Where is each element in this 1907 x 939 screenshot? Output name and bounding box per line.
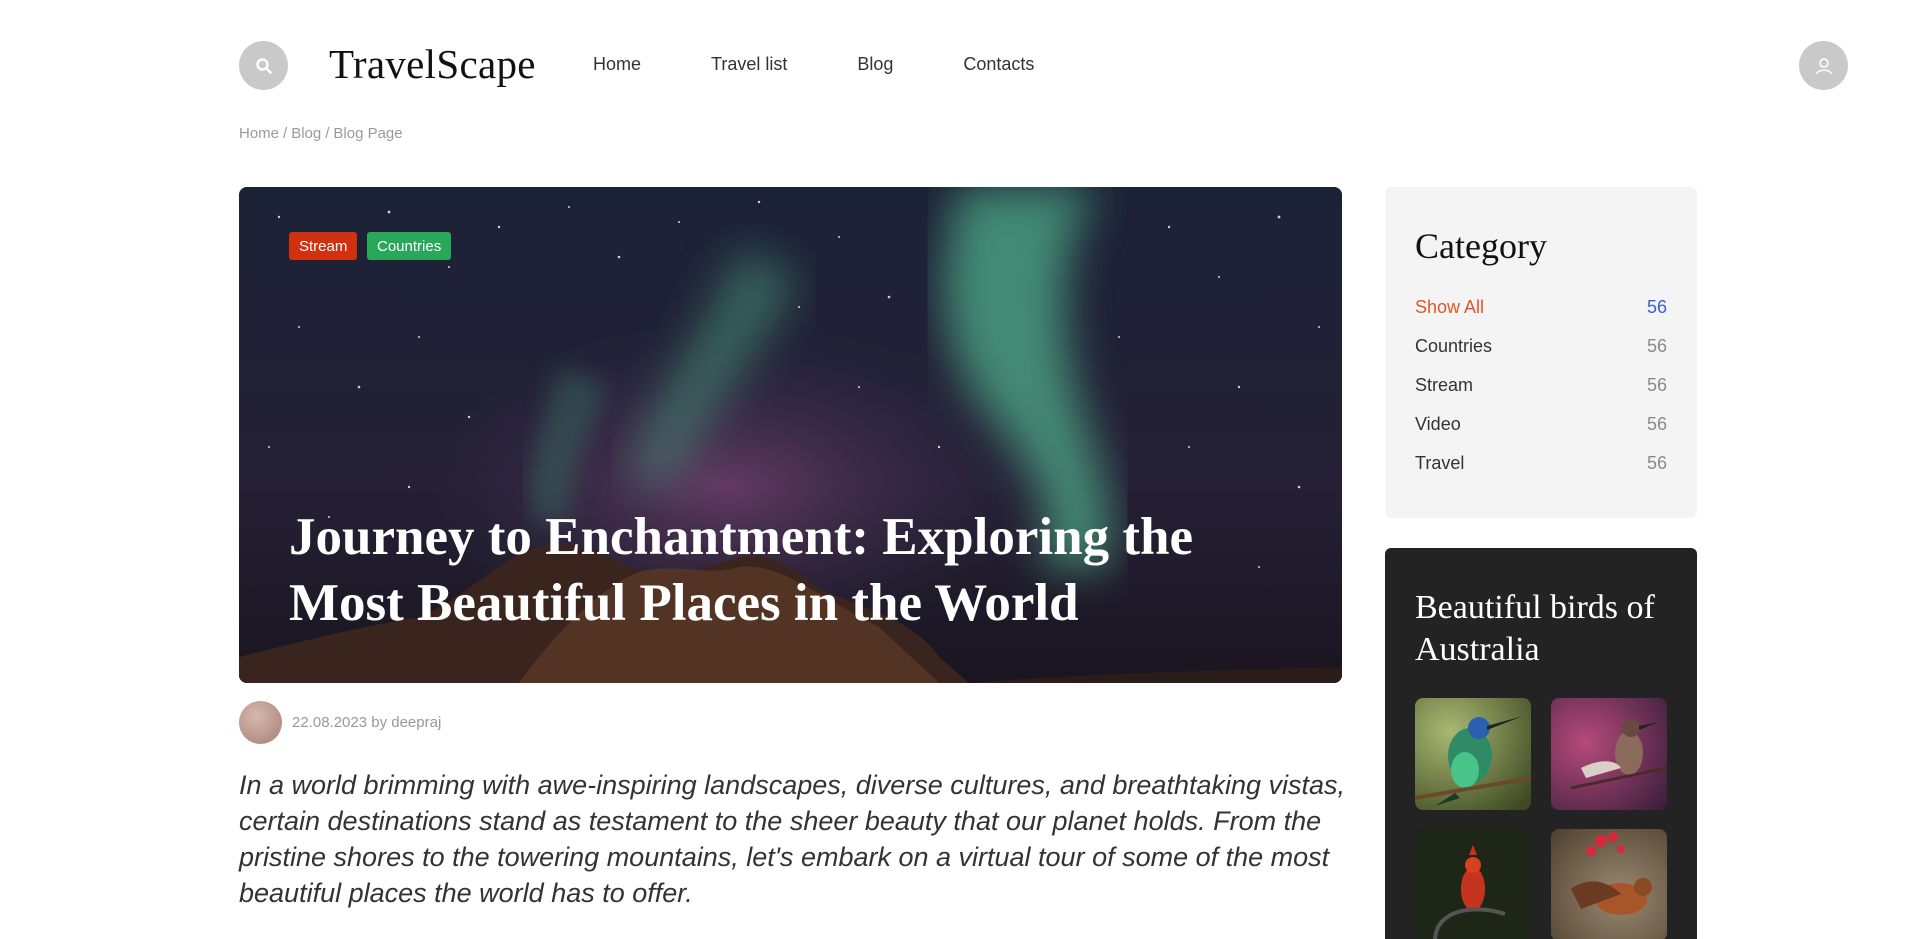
category-name: Countries [1415,336,1493,356]
breadcrumb-blog[interactable]: Blog [291,125,321,142]
category-video[interactable]: Video 56 [1415,414,1667,435]
category-name: Stream [1415,375,1474,395]
post-meta: 22.08.2023 by deepraj [292,714,442,731]
breadcrumb-current: Blog Page [333,125,403,142]
bird-photo-hummingbird-purple[interactable] [1551,698,1667,810]
nav-contacts[interactable]: Contacts [963,54,1034,75]
search-button[interactable] [239,41,288,90]
bird-photo-hummingbird-green[interactable] [1415,698,1531,810]
nav-home[interactable]: Home [593,54,641,75]
category-countries[interactable]: Countries 56 [1415,336,1667,357]
user-account-button[interactable] [1799,41,1848,90]
search-icon [255,57,272,74]
category-name: Video [1415,414,1461,434]
bird-photo-cardinal[interactable] [1415,829,1531,939]
category-count: 56 [1646,453,1667,473]
category-count: 56 [1646,297,1667,317]
site-logo[interactable]: TravelScape [329,40,536,88]
breadcrumb: Home / Blog / Blog Page [239,125,403,142]
post-title: Journey to Enchantment: Exploring the Mo… [289,508,1193,632]
tag-countries[interactable]: Countries [367,232,452,260]
category-name: Travel [1415,453,1465,473]
main-nav: Home Travel list Blog Contacts [593,54,1104,75]
category-count: 56 [1646,336,1667,356]
nav-travel-list[interactable]: Travel list [711,54,787,75]
birds-gallery-title: Beautiful birds of Australia [1415,589,1655,668]
category-show-all[interactable]: Show All 56 [1415,297,1667,318]
post-intro: In a world brimming with awe-inspiring l… [239,770,1346,908]
category-title: Category [1415,226,1547,266]
category-stream[interactable]: Stream 56 [1415,375,1667,396]
nav-blog[interactable]: Blog [857,54,893,75]
breadcrumb-home[interactable]: Home [239,125,279,142]
author-avatar [239,701,282,744]
tag-stream[interactable]: Stream [289,232,358,260]
user-icon [1815,57,1832,74]
category-travel[interactable]: Travel 56 [1415,453,1667,474]
category-count: 56 [1646,414,1667,434]
category-name: Show All [1415,297,1485,317]
bird-photo-hummingbird-red[interactable] [1551,829,1667,939]
category-count: 56 [1646,375,1667,395]
